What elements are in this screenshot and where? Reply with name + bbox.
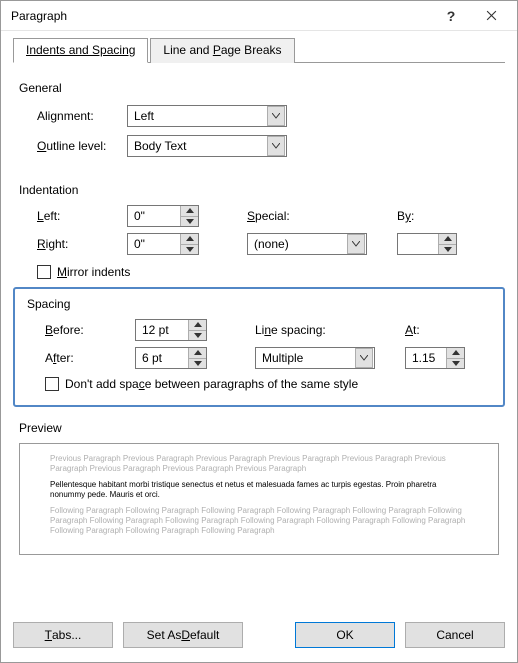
dialog-footer: Tabs... Set As Default OK Cancel [1, 612, 517, 662]
indent-by-label: By: [397, 205, 457, 227]
spinner-up-icon[interactable] [181, 234, 198, 245]
group-spacing-label: Spacing [27, 297, 497, 311]
mirror-indents-label: Mirror indents [57, 265, 130, 279]
paragraph-dialog: Paragraph ? Indents and Spacing Line and… [0, 0, 518, 663]
chevron-down-icon[interactable] [267, 136, 285, 156]
window-title: Paragraph [11, 9, 431, 23]
indent-left-spinner[interactable]: 0" [127, 205, 199, 227]
spinner-up-icon[interactable] [447, 348, 464, 359]
spacing-after-spinner[interactable]: 6 pt [135, 347, 207, 369]
mirror-indents-checkbox[interactable] [37, 265, 51, 279]
chevron-down-icon[interactable] [347, 234, 365, 254]
set-as-default-button[interactable]: Set As Default [123, 622, 243, 648]
titlebar: Paragraph ? [1, 1, 517, 31]
preview-previous-text: Previous Paragraph Previous Paragraph Pr… [50, 454, 468, 474]
tabs-button[interactable]: Tabs... [13, 622, 113, 648]
spinner-down-icon[interactable] [181, 217, 198, 227]
group-preview-label: Preview [19, 421, 499, 435]
tab-line-page-breaks[interactable]: Line and Page Breaks [150, 38, 294, 63]
group-general-label: General [19, 81, 499, 95]
indent-right-label: Right: [37, 233, 127, 255]
indent-special-label: Special: [247, 205, 367, 227]
chevron-down-icon[interactable] [267, 106, 285, 126]
preview-sample-text: Pellentesque habitant morbi tristique se… [50, 480, 468, 500]
indent-right-spinner[interactable]: 0" [127, 233, 199, 255]
outline-level-label: Outline level: [37, 139, 127, 153]
spinner-down-icon[interactable] [439, 245, 456, 255]
close-button[interactable] [471, 2, 511, 30]
spinner-up-icon[interactable] [181, 206, 198, 217]
spacing-at-spinner[interactable]: 1.15 [405, 347, 465, 369]
indent-special-select[interactable]: (none) [247, 233, 367, 255]
dialog-content: Indents and Spacing Line and Page Breaks… [1, 31, 517, 612]
line-spacing-select[interactable]: Multiple [255, 347, 375, 369]
tab-body: General Alignment: Left Outline level: B… [13, 63, 505, 612]
indent-by-spinner[interactable] [397, 233, 457, 255]
dont-add-space-checkbox[interactable] [45, 377, 59, 391]
spinner-up-icon[interactable] [439, 234, 456, 245]
tab-indents-spacing[interactable]: Indents and Spacing [13, 38, 148, 63]
spinner-up-icon[interactable] [189, 348, 206, 359]
preview-following-text: Following Paragraph Following Paragraph … [50, 506, 468, 536]
outline-level-select[interactable]: Body Text [127, 135, 287, 157]
spinner-down-icon[interactable] [181, 245, 198, 255]
spinner-down-icon[interactable] [447, 359, 464, 369]
group-indentation-label: Indentation [19, 183, 499, 197]
indent-left-label: Left: [37, 205, 127, 227]
help-button[interactable]: ? [431, 2, 471, 30]
line-spacing-label: Line spacing: [255, 319, 375, 341]
alignment-label: Alignment: [37, 109, 127, 123]
alignment-select[interactable]: Left [127, 105, 287, 127]
spinner-up-icon[interactable] [189, 320, 206, 331]
spacing-highlight: Spacing Before: 12 pt Line spacing: At: [13, 287, 505, 407]
ok-button[interactable]: OK [295, 622, 395, 648]
spinner-down-icon[interactable] [189, 331, 206, 341]
cancel-button[interactable]: Cancel [405, 622, 505, 648]
dont-add-space-label: Don't add space between paragraphs of th… [65, 377, 358, 391]
spacing-at-label: At: [405, 319, 465, 341]
chevron-down-icon[interactable] [355, 348, 373, 368]
spacing-after-label: After: [45, 347, 135, 369]
tab-strip: Indents and Spacing Line and Page Breaks [13, 37, 505, 63]
spacing-before-spinner[interactable]: 12 pt [135, 319, 207, 341]
preview-box: Previous Paragraph Previous Paragraph Pr… [19, 443, 499, 555]
spinner-down-icon[interactable] [189, 359, 206, 369]
spacing-before-label: Before: [45, 319, 135, 341]
